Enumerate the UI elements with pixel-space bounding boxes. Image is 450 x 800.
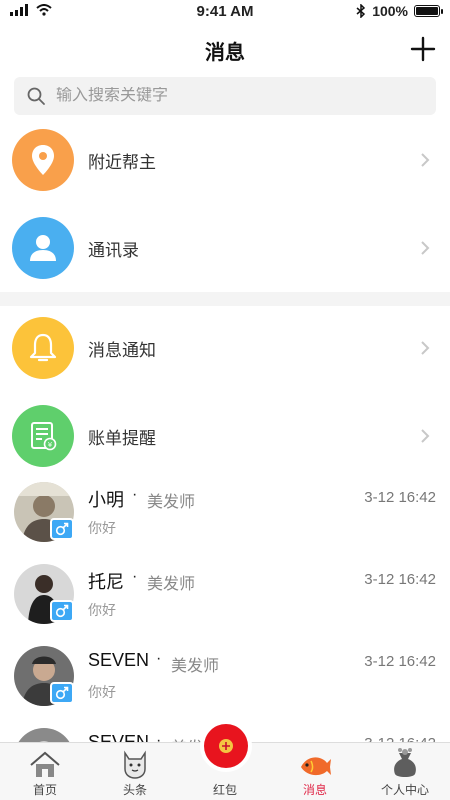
- add-icon[interactable]: [408, 34, 438, 64]
- contact-role: 美发师: [147, 576, 196, 593]
- home-icon: [30, 751, 60, 777]
- chevron-right-icon: [421, 341, 430, 355]
- contact-name: 小明: [88, 490, 124, 510]
- tab-headlines[interactable]: 头条: [90, 743, 180, 800]
- bills-avatar: ¥: [12, 405, 74, 467]
- bell-icon: [29, 333, 57, 362]
- tab-messages[interactable]: 消息: [270, 743, 360, 800]
- bluetooth-icon: [356, 4, 366, 18]
- tab-label: 首页: [32, 783, 57, 797]
- male-icon: [55, 604, 69, 618]
- search-bar[interactable]: [14, 77, 436, 115]
- message-preview: 你好: [88, 520, 116, 536]
- entry-label: 通讯录: [88, 240, 139, 260]
- tab-label: 消息: [302, 783, 327, 797]
- separator-dot: ·: [156, 650, 162, 667]
- separator-dot: ·: [132, 486, 138, 503]
- koi-fish-icon: [301, 757, 331, 776]
- status-right: 100%: [356, 3, 443, 19]
- message-time: 3-12 16:42: [364, 489, 436, 506]
- chevron-right-icon: [421, 429, 430, 443]
- nav-bar: 消息: [0, 28, 450, 72]
- cat-mascot-icon: [124, 750, 146, 779]
- message-preview: 你好: [88, 602, 116, 618]
- contact-role: 美发师: [171, 658, 220, 675]
- message-row[interactable]: 小明 · 美发师 3-12 16:42 你好: [0, 478, 450, 560]
- tab-label: 红包: [212, 783, 237, 797]
- status-bar: 9:41 AM 100%: [0, 0, 450, 24]
- contact-person-icon: [30, 235, 56, 261]
- chevron-right-icon: [421, 241, 430, 255]
- entry-notifications[interactable]: 消息通知: [0, 308, 450, 388]
- battery-icon: [414, 5, 443, 17]
- svg-text:¥: ¥: [48, 441, 53, 449]
- tab-label: 个人中心: [380, 783, 429, 797]
- chevron-right-icon: [421, 153, 430, 167]
- tab-label: 头条: [122, 783, 147, 797]
- entry-nearby[interactable]: 附近帮主: [0, 120, 450, 200]
- search-icon: [27, 87, 45, 105]
- redpacket-button[interactable]: [200, 720, 252, 772]
- message-preview: 你好: [88, 684, 116, 700]
- separator-dot: ·: [132, 568, 138, 585]
- entry-label: 消息通知: [88, 340, 156, 360]
- message-time: 3-12 16:42: [364, 653, 436, 670]
- redpacket-icon: [204, 724, 248, 768]
- notifications-avatar: [12, 317, 74, 379]
- male-badge: [50, 600, 74, 622]
- section-divider: [0, 292, 450, 306]
- page-title: 消息: [205, 42, 245, 64]
- male-badge: [50, 518, 74, 540]
- entry-label: 附近帮主: [88, 152, 156, 172]
- money-bag-icon: [394, 748, 416, 777]
- message-time: 3-12 16:42: [364, 571, 436, 588]
- battery-percent: 100%: [372, 3, 408, 19]
- contact-role: 美发师: [147, 494, 196, 511]
- message-row[interactable]: 托尼 · 美发师 3-12 16:42 你好: [0, 560, 450, 642]
- tab-profile[interactable]: 个人中心: [360, 743, 450, 800]
- tab-home[interactable]: 首页: [0, 743, 90, 800]
- contacts-avatar: [12, 217, 74, 279]
- male-icon: [55, 686, 69, 700]
- search-input[interactable]: [56, 87, 396, 105]
- entry-label: 账单提醒: [88, 428, 156, 448]
- entry-bills[interactable]: ¥ 账单提醒: [0, 396, 450, 476]
- nearby-avatar: [12, 129, 74, 191]
- message-row[interactable]: SEVEN · 美发师 3-12 16:42 你好: [0, 642, 450, 724]
- entry-contacts[interactable]: 通讯录: [0, 208, 450, 288]
- contact-name: SEVEN: [88, 650, 150, 670]
- contact-name: 托尼: [88, 572, 124, 592]
- male-badge: [50, 682, 74, 704]
- male-icon: [55, 522, 69, 536]
- location-pin-icon: [32, 145, 54, 175]
- bill-icon: ¥: [31, 422, 57, 451]
